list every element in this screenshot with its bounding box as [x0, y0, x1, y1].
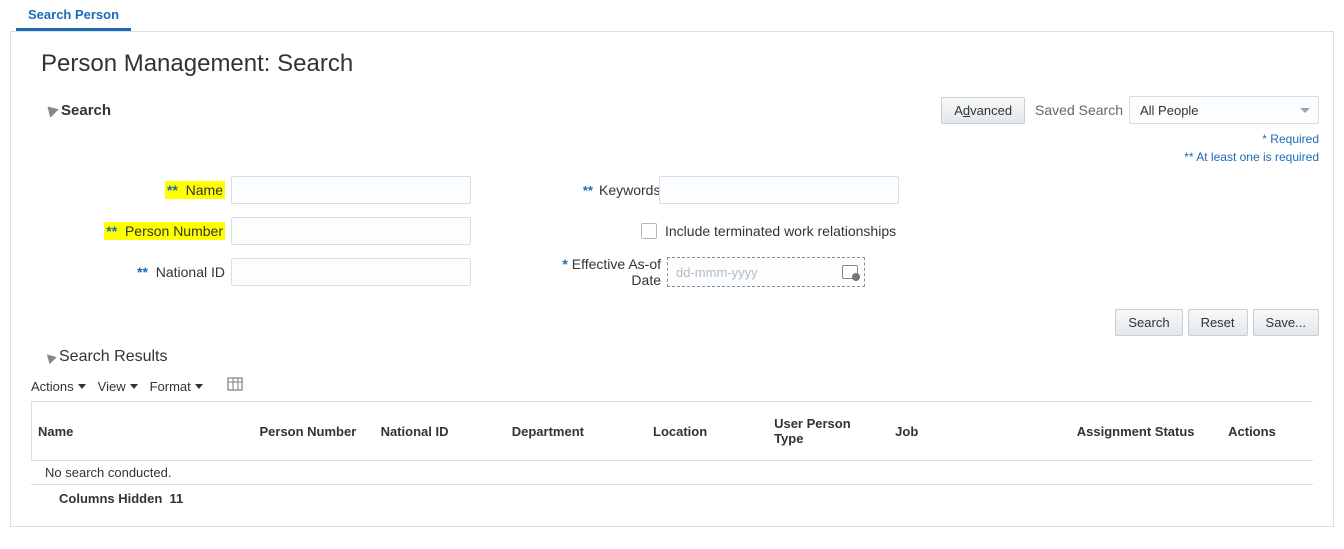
tab-search-person[interactable]: Search Person [16, 0, 131, 31]
col-location[interactable]: Location [647, 402, 768, 461]
actions-menu[interactable]: Actions [31, 379, 86, 394]
tab-label: Search Person [28, 7, 119, 22]
col-national-id[interactable]: National ID [375, 402, 506, 461]
name-label: ** Name [31, 182, 231, 198]
calendar-icon[interactable] [842, 264, 858, 280]
effective-date-label: * Effective As-of Date [531, 256, 667, 288]
chevron-down-icon [195, 384, 203, 389]
col-job[interactable]: Job [889, 402, 1071, 461]
name-input[interactable] [231, 176, 471, 204]
national-id-label: ** National ID [31, 264, 231, 280]
reset-button[interactable]: Reset [1188, 309, 1248, 336]
view-menu[interactable]: View [98, 379, 138, 394]
person-number-label: ** Person Number [31, 223, 231, 239]
include-terminated-checkbox[interactable] [641, 223, 657, 239]
results-collapse-icon[interactable] [43, 350, 56, 363]
col-person-number[interactable]: Person Number [253, 402, 374, 461]
search-button[interactable]: Search [1115, 309, 1182, 336]
chevron-down-icon [78, 384, 86, 389]
required-hints: * Required ** At least one is required [31, 130, 1319, 166]
save-button[interactable]: Save... [1253, 309, 1319, 336]
search-section-title: Search [61, 102, 111, 119]
effective-date-field[interactable] [674, 264, 824, 281]
detach-table-icon[interactable] [227, 376, 243, 397]
page-title: Person Management: Search [41, 50, 1333, 78]
advanced-button[interactable]: Advanced [941, 97, 1025, 124]
include-terminated-label: Include terminated work relationships [665, 223, 896, 239]
col-name[interactable]: Name [32, 402, 254, 461]
col-department[interactable]: Department [506, 402, 647, 461]
saved-search-value: All People [1140, 103, 1199, 118]
chevron-down-icon [1300, 108, 1310, 113]
saved-search-select[interactable]: All People [1129, 96, 1319, 124]
columns-hidden: Columns Hidden 11 [31, 485, 1333, 506]
chevron-down-icon [130, 384, 138, 389]
col-actions[interactable]: Actions [1222, 402, 1313, 461]
keywords-label: Keywords [599, 182, 659, 198]
keywords-input[interactable] [659, 176, 899, 204]
person-number-input[interactable] [231, 217, 471, 245]
saved-search-label: Saved Search [1035, 102, 1123, 118]
results-table: Name Person Number National ID Departmen… [31, 401, 1313, 461]
results-title: Search Results [59, 348, 168, 366]
col-user-person-type[interactable]: User Person Type [768, 402, 889, 461]
no-data-message: No search conducted. [31, 461, 1313, 485]
format-menu[interactable]: Format [150, 379, 203, 394]
col-assignment-status[interactable]: Assignment Status [1071, 402, 1222, 461]
national-id-input[interactable] [231, 258, 471, 286]
collapse-icon[interactable] [43, 102, 59, 118]
effective-date-input[interactable] [667, 257, 865, 287]
